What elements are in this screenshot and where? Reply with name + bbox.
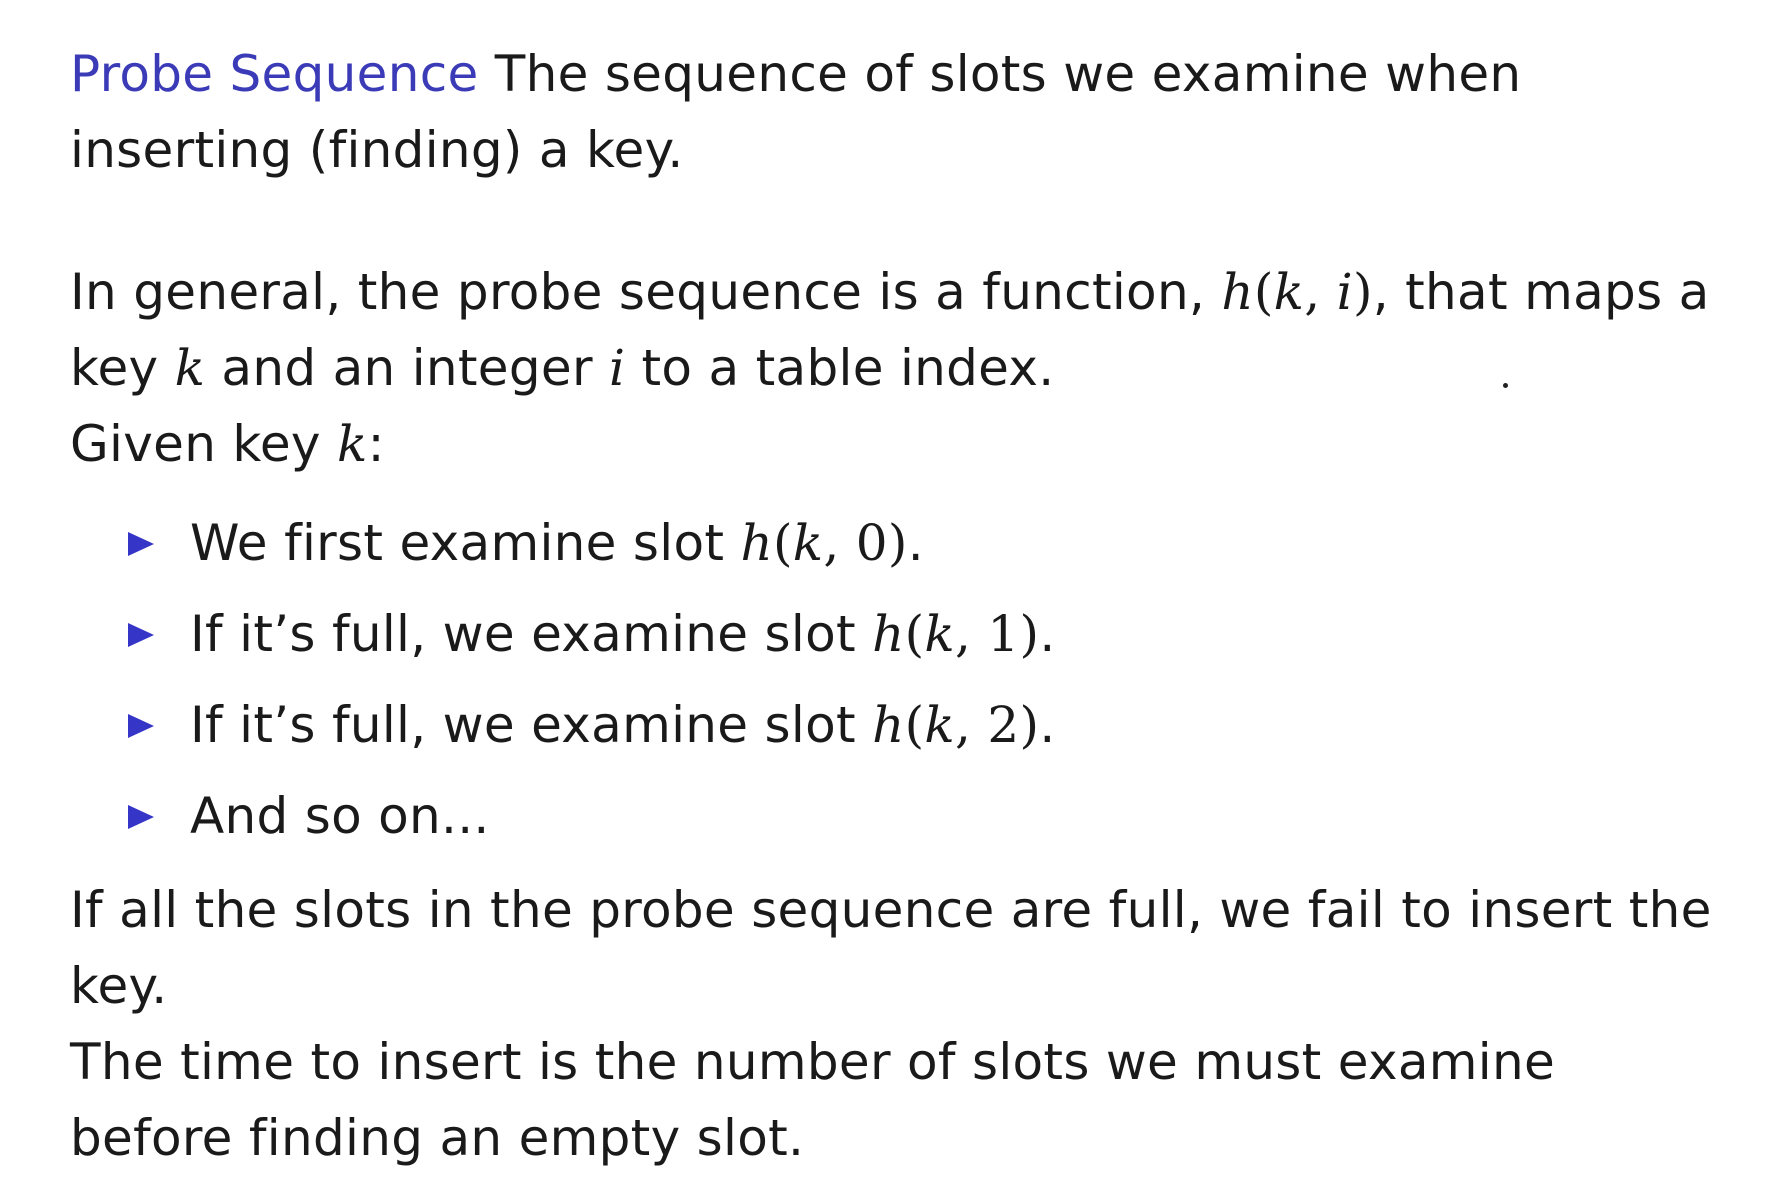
bullet-text: If it’s full, we examine slot (190, 696, 873, 754)
bullet-func-name: h (872, 696, 905, 754)
bullet-comma: , (955, 696, 988, 754)
bullet-arg-k: k (924, 605, 956, 663)
bullet-func-name: h (740, 514, 773, 572)
bullet-func-name: h (872, 605, 905, 663)
var-i: i (609, 339, 626, 397)
bullet-close-paren: ) (887, 514, 908, 572)
bullet-arg-n: 0 (855, 514, 888, 572)
list-item: If it’s full, we examine slot h(k, 2). (70, 680, 1730, 771)
bullet-text: We first examine slot (190, 514, 741, 572)
triangle-bullet-icon (128, 531, 154, 556)
bullet-period: . (907, 514, 924, 572)
given-line: Given key k: (70, 406, 1730, 482)
triangle-bullet-icon (128, 713, 154, 738)
general-text-1: In general, the probe sequence is a func… (70, 263, 1222, 321)
triangle-bullet-icon (128, 622, 154, 647)
bullet-arg-k: k (924, 696, 956, 754)
bullet-period: . (1039, 605, 1056, 663)
func-name: h (1221, 263, 1254, 321)
func-arg-k: k (1273, 263, 1305, 321)
stray-dot (1503, 383, 1508, 388)
bullet-arg-n: 2 (987, 696, 1020, 754)
bullet-arg-n: 1 (987, 605, 1020, 663)
triangle-bullet-icon (128, 804, 154, 829)
given-text: Given key (70, 415, 337, 473)
general-text-4: to a table index. (625, 339, 1055, 397)
list-item: If it’s full, we examine slot h(k, 1). (70, 589, 1730, 680)
bullet-comma: , (823, 514, 856, 572)
bullet-close-paren: ) (1019, 696, 1040, 754)
slide-content: Probe Sequence The sequence of slots we … (70, 36, 1730, 1176)
general-paragraph: In general, the probe sequence is a func… (70, 254, 1730, 406)
given-colon: : (367, 415, 385, 473)
probe-steps-list: We first examine slot h(k, 0). If it’s f… (70, 498, 1730, 862)
bullet-text: If it’s full, we examine slot (190, 605, 873, 663)
list-item: And so on... (70, 771, 1730, 862)
func-comma: , (1304, 263, 1337, 321)
term-probe-sequence: Probe Sequence (70, 45, 479, 103)
bullet-arg-k: k (792, 514, 824, 572)
bullet-comma: , (955, 605, 988, 663)
func-close-paren: ) (1352, 263, 1373, 321)
list-item: We first examine slot h(k, 0). (70, 498, 1730, 589)
time-paragraph: The time to insert is the number of slot… (70, 1033, 1556, 1167)
bullet-period: . (1039, 696, 1056, 754)
bullet-close-paren: ) (1019, 605, 1040, 663)
bullet-text: And so on... (190, 787, 490, 845)
bullet-open-paren: ( (904, 605, 925, 663)
bullet-open-paren: ( (772, 514, 793, 572)
bullet-open-paren: ( (904, 696, 925, 754)
fail-paragraph: If all the slots in the probe sequence a… (70, 881, 1712, 1015)
func-arg-i: i (1336, 263, 1353, 321)
var-k: k (174, 339, 206, 397)
func-open-paren: ( (1253, 263, 1274, 321)
given-var-k: k (337, 415, 368, 473)
definition-paragraph: Probe Sequence The sequence of slots we … (70, 36, 1730, 188)
general-text-3: and an integer (205, 339, 610, 397)
